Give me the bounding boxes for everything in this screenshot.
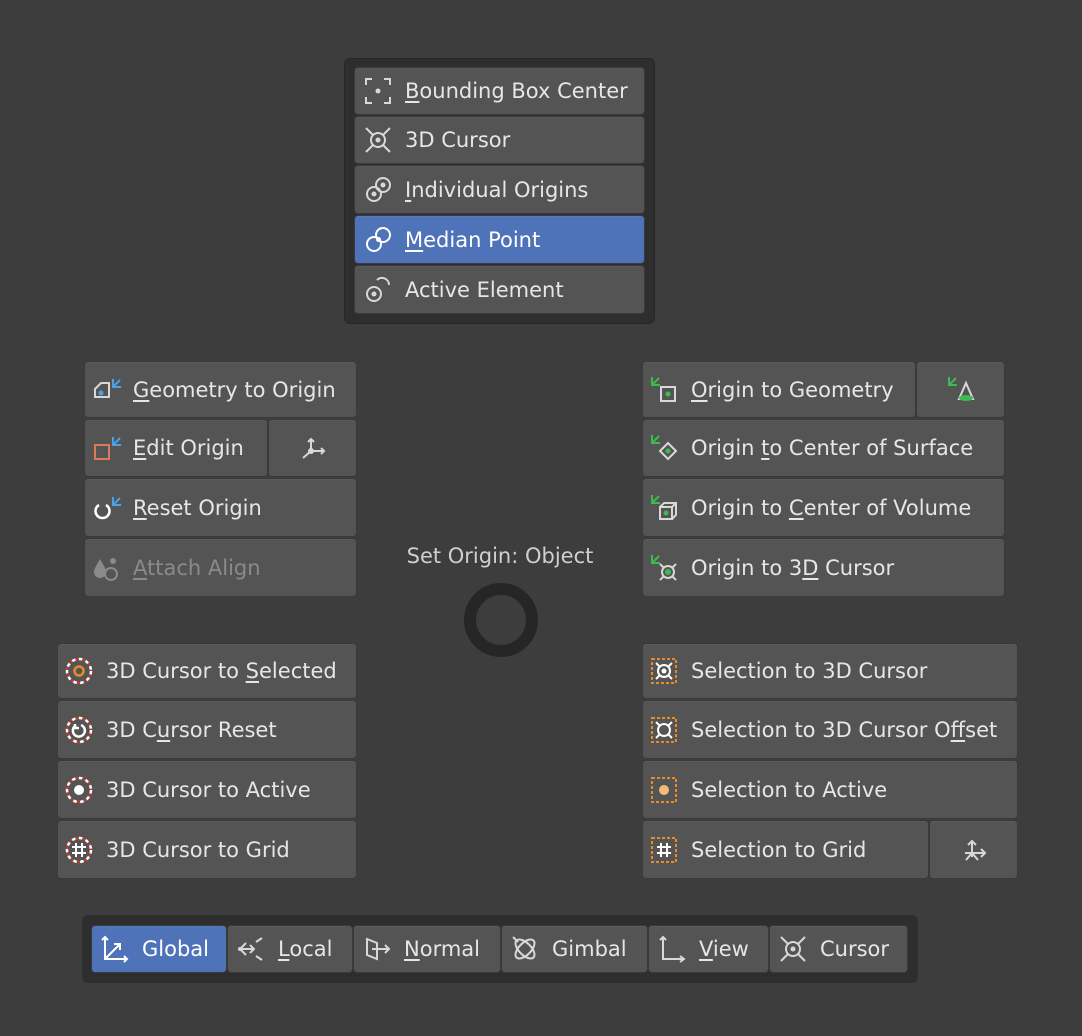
selection-to-cursor-button[interactable]: Selection to 3D Cursor [642,643,1018,699]
pivot-median-point-button[interactable]: Median Point [354,215,645,264]
bounding-box-center-icon [363,76,393,106]
reset-origin-label: Reset Origin [133,495,262,520]
selection-to-cursor-offset-button[interactable]: Selection to 3D Cursor Offset [642,700,1018,759]
orientation-label: Cursor [820,937,890,961]
pie-menu-title: Set Origin: Object [406,544,594,568]
median-point-icon [363,225,393,255]
cursor-to-selected-label: 3D Cursor to Selected [106,659,337,683]
selection-to-active-button[interactable]: Selection to Active [642,760,1018,819]
selection-to-cursor-offset-icon [649,715,679,745]
gimbal-icon [510,934,540,964]
edit-origin-button[interactable]: Edit Origin [84,419,268,477]
geometry-to-origin-icon [91,375,121,405]
selection-to-active-label: Selection to Active [691,777,888,802]
cursor-to-selected-button[interactable]: 3D Cursor to Selected [57,643,357,699]
orientation-global-button[interactable]: Global [91,925,227,973]
cursor-reset-label: 3D Cursor Reset [106,717,277,742]
origin-to-geometry-label: Origin to Geometry [691,377,894,402]
attach-align-button[interactable]: Attach Align [84,538,357,597]
pivot-bounding-box-center-button[interactable]: Bounding Box Center [354,67,645,115]
edit-origin-label: Edit Origin [133,436,244,460]
selection-to-grid-options-button[interactable] [929,820,1018,879]
cursor-reset-icon [64,715,94,745]
orientation-gimbal-button[interactable]: Gimbal [501,925,648,973]
geometry-to-origin-label: Geometry to Origin [133,377,336,402]
reset-origin-icon [91,493,121,523]
orientation-label: Normal [404,937,480,961]
pivot-item-label: Bounding Box Center [405,79,628,103]
normal-axes-icon [362,934,392,964]
orientation-label: Local [278,937,333,961]
pivot-3d-cursor-button[interactable]: 3D Cursor [354,116,645,164]
orientation-label: Global [142,937,209,961]
orientation-view-button[interactable]: View [648,925,769,973]
cursor-to-grid-label: 3D Cursor to Grid [106,837,290,862]
orientation-label: View [699,937,749,961]
global-axes-icon [100,934,130,964]
pie-center-ring [464,583,538,657]
cursor-to-active-label: 3D Cursor to Active [106,777,311,802]
geometry-to-origin-button[interactable]: Geometry to Origin [84,361,357,418]
selection-to-cursor-label: Selection to 3D Cursor [691,659,928,683]
snap-move-icon [959,835,989,865]
origin-to-center-of-volume-button[interactable]: Origin to Center of Volume [642,478,1005,537]
pivot-item-label: Active Element [405,277,564,302]
cursor-to-grid-icon [64,835,94,865]
active-element-icon [363,275,393,305]
origin-to-geometry-icon [649,375,679,405]
origin-to-cursor-label: Origin to 3D Cursor [691,555,895,580]
origin-to-center-of-surface-button[interactable]: Origin to Center of Surface [642,419,1005,477]
origin-to-geometry-options-button[interactable] [916,361,1005,418]
selection-to-grid-button[interactable]: Selection to Grid [642,820,929,879]
selection-to-cursor-icon [649,656,679,686]
orientation-normal-button[interactable]: Normal [353,925,501,973]
origin-to-surface-icon [649,433,679,463]
pivot-item-label: Individual Origins [405,177,589,202]
cursor-to-active-icon [64,775,94,805]
attach-align-label: Attach Align [133,555,261,580]
selection-to-cursor-offset-label: Selection to 3D Cursor Offset [691,717,998,742]
orientation-local-button[interactable]: Local [227,925,353,973]
origin-to-volume-label: Origin to Center of Volume [691,495,972,520]
local-axes-icon [236,934,266,964]
cursor-to-selected-icon [64,656,94,686]
cone-origin-icon [946,375,976,405]
pivot-item-label: 3D Cursor [405,128,511,152]
orientation-cursor-button[interactable]: Cursor [769,925,908,973]
cursor-to-grid-button[interactable]: 3D Cursor to Grid [57,820,357,879]
edit-origin-icon [91,433,121,463]
view-axes-icon [657,934,687,964]
selection-to-grid-label: Selection to Grid [691,837,867,862]
transform-axes-icon [298,433,328,463]
3d-cursor-icon [363,125,393,155]
origin-to-surface-label: Origin to Center of Surface [691,436,974,460]
orientation-label: Gimbal [552,937,627,961]
cursor-to-active-button[interactable]: 3D Cursor to Active [57,760,357,819]
cursor-orientation-icon [778,934,808,964]
pivot-individual-origins-button[interactable]: Individual Origins [354,165,645,214]
origin-to-3d-cursor-button[interactable]: Origin to 3D Cursor [642,538,1005,597]
origin-to-volume-icon [649,493,679,523]
pivot-item-label: Median Point [405,227,541,252]
attach-align-icon [91,553,121,583]
cursor-reset-button[interactable]: 3D Cursor Reset [57,700,357,759]
selection-to-active-icon [649,775,679,805]
pivot-active-element-button[interactable]: Active Element [354,265,645,314]
individual-origins-icon [363,175,393,205]
reset-origin-button[interactable]: Reset Origin [84,478,357,537]
origin-to-geometry-button[interactable]: Origin to Geometry [642,361,916,418]
edit-origin-transform-button[interactable] [268,419,357,477]
origin-to-cursor-icon [649,553,679,583]
selection-to-grid-icon [649,835,679,865]
